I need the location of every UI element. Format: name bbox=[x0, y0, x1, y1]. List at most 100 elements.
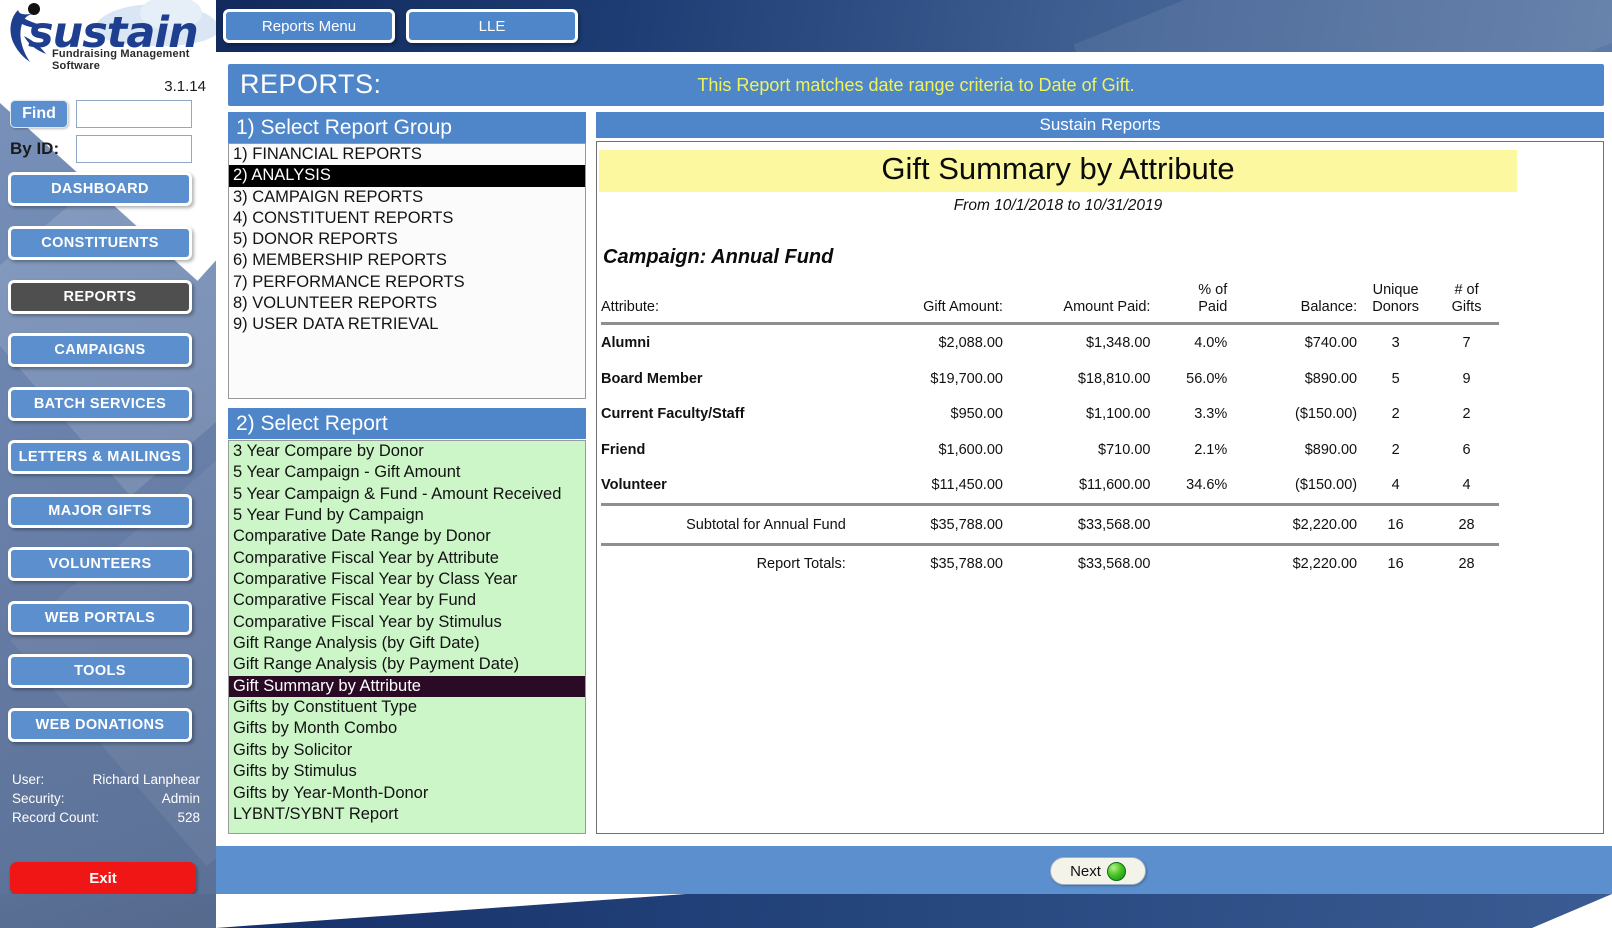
list-item[interactable]: Comparative Fiscal Year by Attribute bbox=[229, 548, 585, 569]
list-item[interactable]: Comparative Fiscal Year by Class Year bbox=[229, 569, 585, 590]
user-row: User: Richard Lanphear bbox=[12, 772, 200, 787]
list-item[interactable]: 5 Year Fund by Campaign bbox=[229, 505, 585, 526]
report-date-range: From 10/1/2018 to 10/31/2019 bbox=[953, 197, 1163, 214]
cell-gift-amount: $950.00 bbox=[950, 406, 1003, 423]
sidebar-item-constituents[interactable]: CONSTITUENTS bbox=[8, 226, 192, 260]
report-title: Gift Summary by Attribute bbox=[881, 151, 1235, 186]
cell-num-gifts: 9 bbox=[1462, 370, 1471, 387]
list-item[interactable]: Gifts by Month Combo bbox=[229, 718, 585, 739]
exit-button[interactable]: Exit bbox=[10, 862, 196, 894]
cell-attribute: Volunteer bbox=[601, 477, 667, 494]
report-group-list[interactable]: 1) FINANCIAL REPORTS 2) ANALYSIS 3) CAMP… bbox=[228, 143, 586, 399]
cell-amount-paid: $1,100.00 bbox=[1085, 406, 1151, 423]
subtotal-balance: $2,220.00 bbox=[1292, 516, 1358, 533]
sidebar-item-major-gifts[interactable]: MAJOR GIFTS bbox=[8, 494, 192, 528]
by-id-input[interactable] bbox=[76, 135, 192, 163]
select-report-group-heading: 1) Select Report Group bbox=[228, 112, 586, 143]
cell-num-gifts: 2 bbox=[1462, 406, 1471, 423]
report-viewer: Gift Summary by Attribute From 10/1/2018… bbox=[596, 141, 1604, 834]
list-item[interactable]: Gifts by Stimulus bbox=[229, 761, 585, 782]
record-count-value: 528 bbox=[177, 810, 200, 825]
cell-unique-donors: 3 bbox=[1391, 335, 1400, 352]
green-orb-icon bbox=[1106, 861, 1126, 881]
list-item[interactable]: 3 Year Compare by Donor bbox=[229, 441, 585, 462]
list-item[interactable]: 5 Year Campaign - Gift Amount bbox=[229, 462, 585, 483]
record-count-label: Record Count: bbox=[12, 810, 100, 825]
subtotal-num-gifts: 28 bbox=[1458, 516, 1475, 533]
sidebar-item-web-donations[interactable]: WEB DONATIONS bbox=[8, 708, 192, 742]
cell-gift-amount: $19,700.00 bbox=[930, 370, 1003, 387]
tab-lle[interactable]: LLE bbox=[406, 9, 578, 43]
bottom-strip-navy-wedge bbox=[216, 894, 1612, 928]
subtotal-unique-donors: 16 bbox=[1387, 516, 1404, 533]
list-item[interactable]: Comparative Date Range by Donor bbox=[229, 526, 585, 547]
list-item[interactable]: 4) CONSTITUENT REPORTS bbox=[229, 208, 585, 229]
col-unique-donors: Unique Donors bbox=[1372, 282, 1419, 315]
sidebar-item-tools[interactable]: TOOLS bbox=[8, 654, 192, 688]
list-item-selected[interactable]: Gift Summary by Attribute bbox=[229, 675, 585, 698]
list-item[interactable]: 9) USER DATA RETRIEVAL bbox=[229, 314, 585, 335]
cell-balance: $740.00 bbox=[1304, 335, 1358, 352]
find-button[interactable]: Find bbox=[10, 100, 68, 128]
col-num-gifts: # of Gifts bbox=[1451, 282, 1482, 315]
sidebar-item-batch-services[interactable]: BATCH SERVICES bbox=[8, 387, 192, 421]
table-row: Current Faculty/Staff $950.00 $1,100.00 … bbox=[601, 396, 1499, 432]
cell-balance: $890.00 bbox=[1304, 441, 1358, 458]
cell-pct-paid: 2.1% bbox=[1194, 441, 1228, 458]
list-item[interactable]: Comparative Fiscal Year by Fund bbox=[229, 590, 585, 611]
application-window: sustain Fundraising Management Software … bbox=[0, 0, 1612, 928]
list-item[interactable]: Gift Range Analysis (by Gift Date) bbox=[229, 633, 585, 654]
sidebar-item-volunteers[interactable]: VOLUNTEERS bbox=[8, 547, 192, 581]
subtotal-label: Subtotal for Annual Fund bbox=[686, 516, 846, 533]
table-header: Attribute: Gift Amount: Amount Paid: % o… bbox=[601, 282, 1499, 321]
sidebar-item-campaigns[interactable]: CAMPAIGNS bbox=[8, 333, 192, 367]
footer-bar bbox=[216, 846, 1612, 894]
next-button-label: Next bbox=[1070, 862, 1101, 880]
record-count-row: Record Count: 528 bbox=[12, 810, 200, 825]
totals-balance: $2,220.00 bbox=[1292, 556, 1358, 573]
security-label: Security: bbox=[12, 791, 65, 806]
user-info-panel: User: Richard Lanphear Security: Admin R… bbox=[12, 772, 200, 829]
security-row: Security: Admin bbox=[12, 791, 200, 806]
find-row: Find bbox=[10, 100, 192, 128]
sidebar-item-letters-and-mailings[interactable]: LETTERS & MAILINGS bbox=[8, 440, 192, 474]
subtotal-row: Subtotal for Annual Fund $35,788.00 $33,… bbox=[601, 507, 1499, 543]
next-button[interactable]: Next bbox=[1050, 857, 1146, 885]
list-item[interactable]: 6) MEMBERSHIP REPORTS bbox=[229, 250, 585, 271]
list-item[interactable]: Gifts by Year-Month-Donor bbox=[229, 783, 585, 804]
cell-amount-paid: $18,810.00 bbox=[1077, 370, 1151, 387]
user-value: Richard Lanphear bbox=[92, 772, 200, 787]
totals-row: Report Totals: $35,788.00 $33,568.00 $2,… bbox=[601, 546, 1499, 582]
report-list[interactable]: 3 Year Compare by Donor 5 Year Campaign … bbox=[228, 440, 586, 834]
cell-attribute: Friend bbox=[601, 441, 646, 458]
cell-unique-donors: 2 bbox=[1391, 441, 1400, 458]
top-bar: Reports Menu LLE bbox=[216, 0, 1612, 231]
list-item[interactable]: LYBNT/SYBNT Report bbox=[229, 804, 585, 825]
list-item[interactable]: Comparative Fiscal Year by Stimulus bbox=[229, 612, 585, 633]
cell-attribute: Alumni bbox=[601, 335, 651, 352]
tab-reports-menu[interactable]: Reports Menu bbox=[223, 9, 395, 43]
list-item[interactable]: 7) PERFORMANCE REPORTS bbox=[229, 272, 585, 293]
list-item[interactable]: 1) FINANCIAL REPORTS bbox=[229, 144, 585, 165]
cell-gift-amount: $1,600.00 bbox=[938, 441, 1003, 458]
list-item[interactable]: Gift Range Analysis (by Payment Date) bbox=[229, 654, 585, 675]
list-item[interactable]: 8) VOLUNTEER REPORTS bbox=[229, 293, 585, 314]
list-item[interactable]: 5 Year Campaign & Fund - Amount Received bbox=[229, 484, 585, 505]
cell-balance: $890.00 bbox=[1304, 370, 1358, 387]
bottom-strip bbox=[0, 894, 1612, 928]
find-input[interactable] bbox=[76, 100, 192, 128]
sidebar-item-web-portals[interactable]: WEB PORTALS bbox=[8, 601, 192, 635]
list-item[interactable]: 2) ANALYSIS bbox=[229, 165, 585, 187]
list-item[interactable]: 5) DONOR REPORTS bbox=[229, 229, 585, 250]
sidebar-item-reports[interactable]: REPORTS bbox=[8, 280, 192, 314]
cell-num-gifts: 7 bbox=[1462, 335, 1471, 352]
logo-tagline: Fundraising Management Software bbox=[52, 48, 190, 72]
totals-label: Report Totals: bbox=[756, 556, 846, 573]
sidebar-item-dashboard[interactable]: DASHBOARD bbox=[8, 172, 192, 206]
cell-pct-paid: 3.3% bbox=[1194, 406, 1228, 423]
col-amount-paid: Amount Paid: bbox=[1063, 298, 1151, 315]
list-item[interactable]: Gifts by Constituent Type bbox=[229, 697, 585, 718]
list-item[interactable]: Gifts by Solicitor bbox=[229, 740, 585, 761]
report-viewer-banner: Sustain Reports bbox=[596, 112, 1604, 138]
list-item[interactable]: 3) CAMPAIGN REPORTS bbox=[229, 187, 585, 208]
